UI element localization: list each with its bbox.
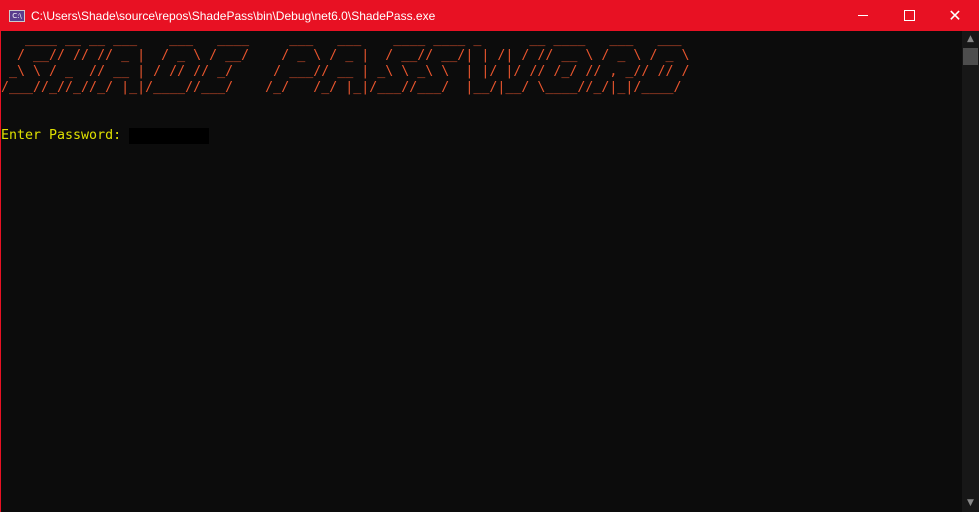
title-bar: C:\ C:\Users\Shade\source\repos\ShadePas… [0, 0, 979, 31]
scrollbar-thumb[interactable] [963, 48, 978, 65]
maximize-button[interactable] [886, 0, 932, 31]
maximize-icon [903, 10, 915, 21]
vertical-scrollbar[interactable]: ▲ ▼ [962, 31, 979, 512]
scroll-up-arrow-icon[interactable]: ▲ [962, 31, 979, 48]
close-icon: ✕ [948, 6, 962, 25]
password-prompt: Enter Password: [1, 128, 130, 143]
scroll-down-arrow-icon[interactable]: ▼ [962, 495, 979, 512]
close-button[interactable]: ✕ [932, 0, 978, 31]
console-output[interactable]: ____ __ __ ___ ___ ____ ___ ___ ____ ___… [1, 32, 961, 512]
window-title: C:\Users\Shade\source\repos\ShadePass\bi… [31, 8, 436, 23]
minimize-button[interactable] [840, 0, 886, 31]
ascii-banner: ____ __ __ ___ ___ ____ ___ ___ ____ ___… [1, 32, 690, 95]
console-app-icon[interactable]: C:\ [9, 9, 25, 22]
password-input[interactable] [129, 128, 210, 144]
minimize-icon [858, 15, 868, 16]
